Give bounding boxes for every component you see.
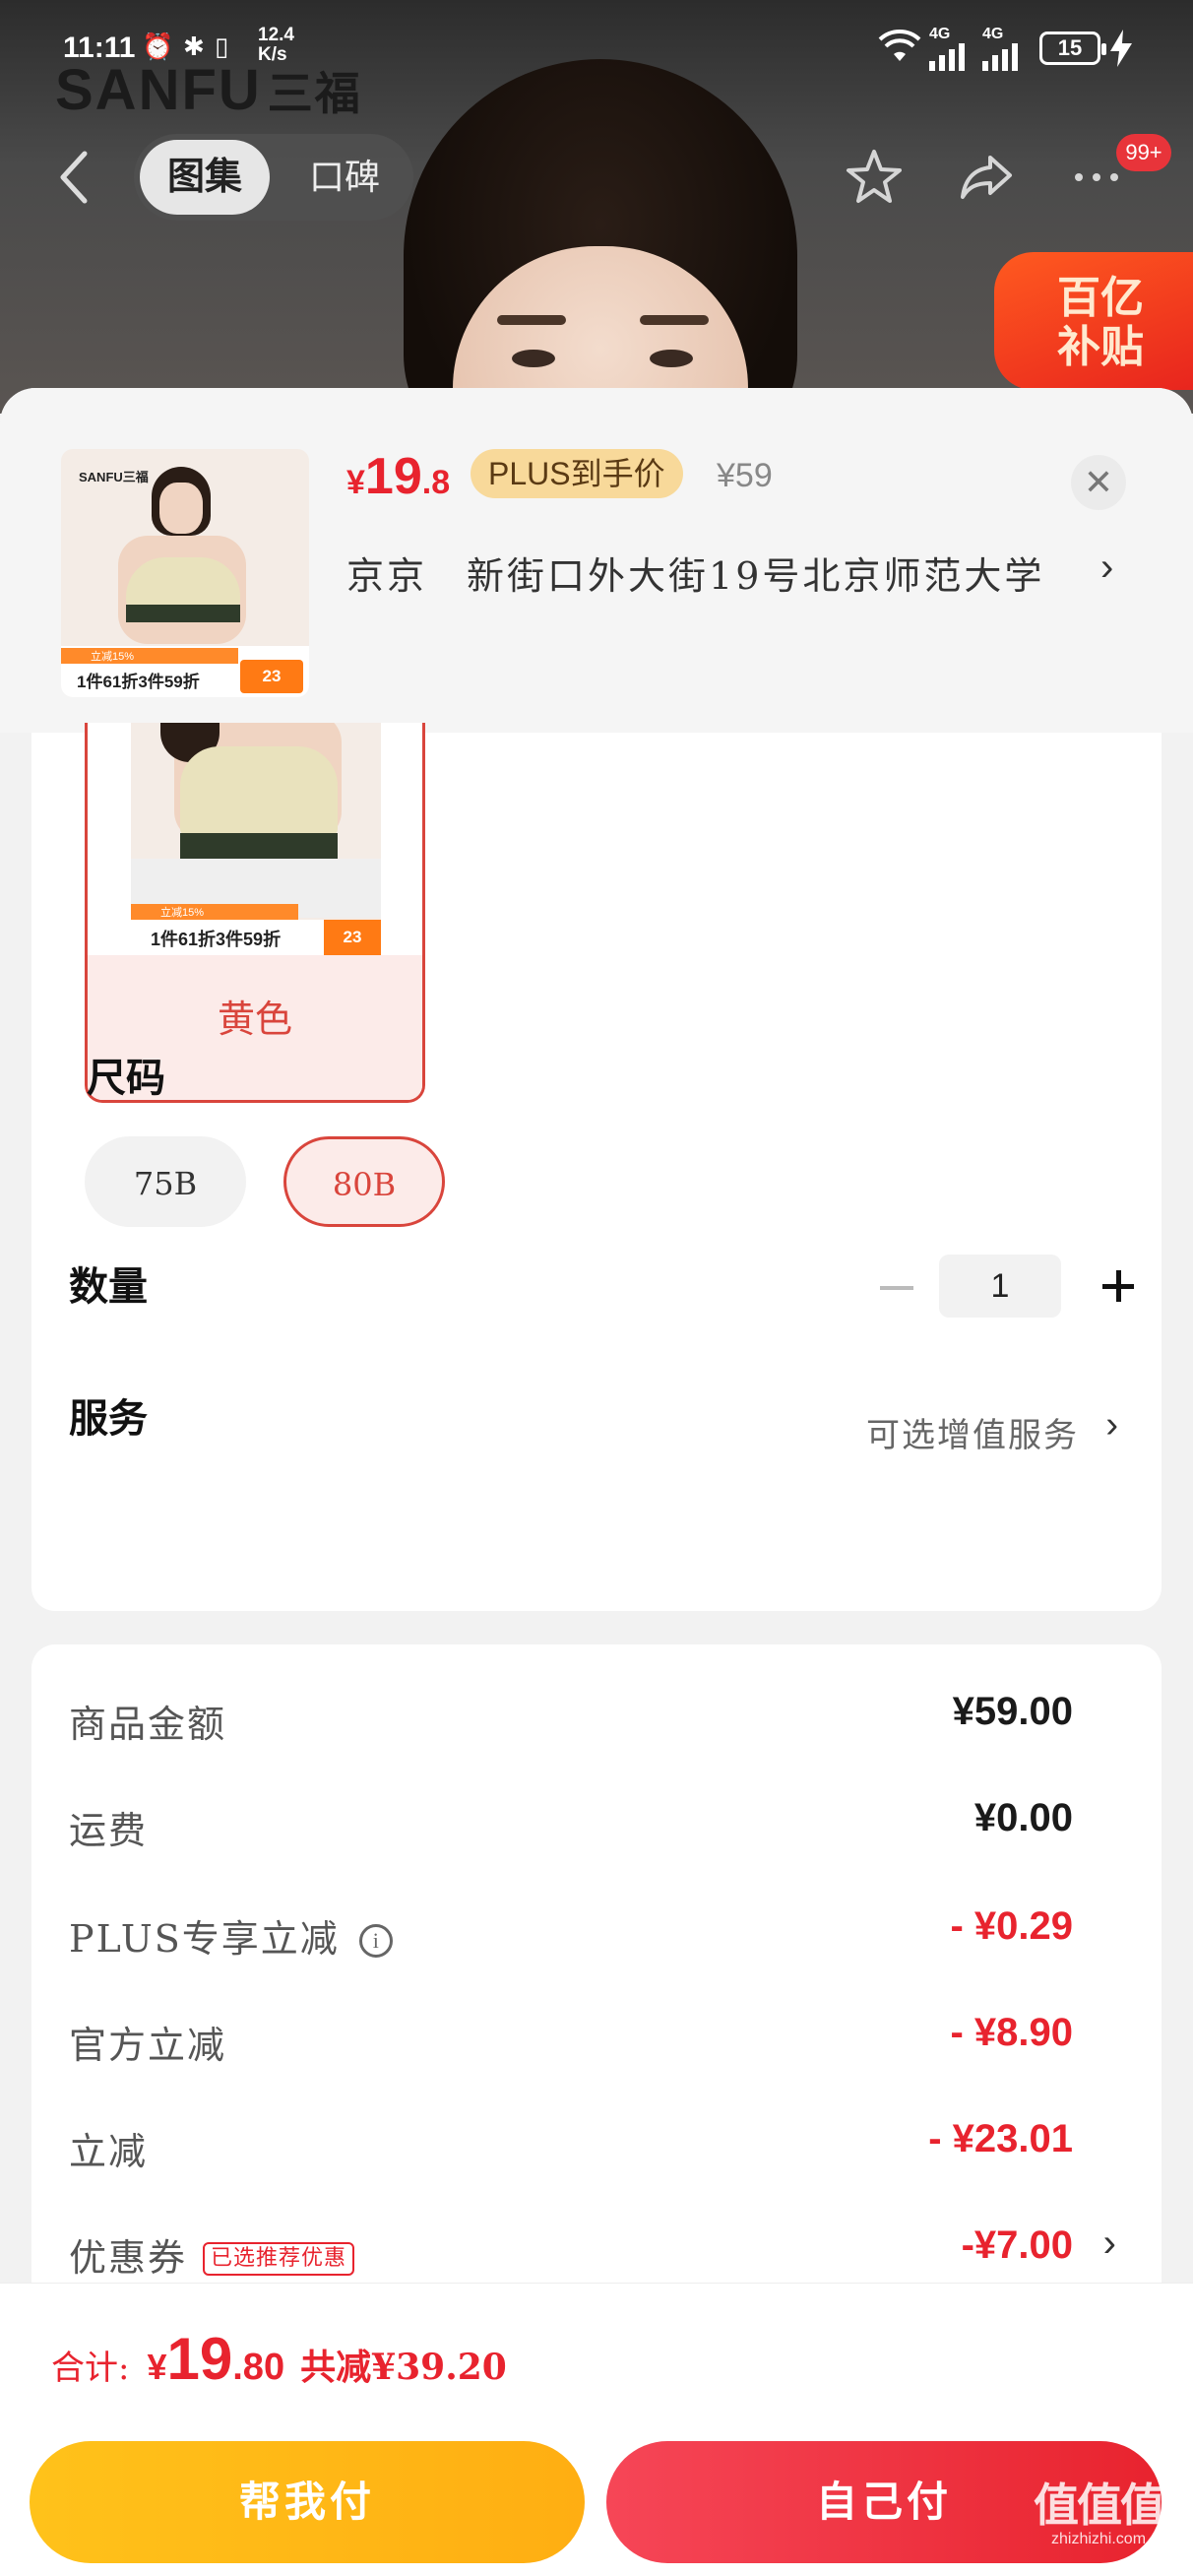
tile-promo-text: 1件61折3件59折 <box>151 930 282 949</box>
model-eye <box>512 350 555 367</box>
favorite-star-icon[interactable] <box>843 146 906 209</box>
signal-icon <box>982 43 1018 71</box>
model-brow <box>640 315 709 325</box>
row-value: - ¥23.01 <box>928 2117 1073 2160</box>
color-option-image: 立减15% 1件61折3件59折 23 <box>131 723 381 955</box>
info-icon[interactable]: i <box>358 1924 393 1958</box>
model-eye <box>650 350 693 367</box>
thumb-brand: SANFU三福 <box>79 470 149 484</box>
thumb-promo-sub: 立减15% <box>61 648 238 664</box>
coupon-row[interactable]: 优惠券 已选推荐优惠 <box>69 2227 355 2282</box>
row-label: 运费 <box>69 1809 149 1852</box>
tab-reviews[interactable]: 口碑 <box>282 140 408 215</box>
quantity-input[interactable]: 1 <box>939 1255 1061 1318</box>
price-breakdown-card: 商品金额 ¥59.00 运费 ¥0.00 PLUS专享立减 i - ¥0.29 官… <box>31 1644 1162 2334</box>
chevron-right-icon[interactable]: › <box>1100 546 1113 590</box>
bluetooth-icon: ✱ <box>183 32 205 61</box>
size-option-75b[interactable]: 75B <box>85 1136 246 1227</box>
original-price: ¥59 <box>717 457 773 494</box>
thumb-promo-num: 23 <box>240 660 303 693</box>
size-option-80b[interactable]: 80B <box>283 1136 445 1227</box>
thumb-bra-band <box>126 605 240 622</box>
row-label: PLUS专享立减 <box>69 1917 340 1961</box>
subsidy-badge[interactable]: 百亿 补贴 <box>994 252 1193 390</box>
chevron-right-icon[interactable]: › <box>1103 2222 1116 2266</box>
charging-icon <box>1110 30 1132 67</box>
back-arrow-icon[interactable] <box>55 148 94 207</box>
quantity-increment-button[interactable] <box>1087 1255 1150 1318</box>
network-type-label: 4G <box>982 26 1004 42</box>
row-value: - ¥8.90 <box>950 2011 1073 2054</box>
gallery-review-tabs: 图集 口碑 <box>134 134 413 221</box>
signal-icon <box>929 43 965 71</box>
tile-promo-num: 23 <box>324 920 381 955</box>
row-value: ¥59.00 <box>952 1690 1073 1733</box>
service-title: 服务 <box>69 1395 148 1442</box>
plus-price-badge: PLUS到手价 <box>471 449 683 498</box>
wifi-icon <box>878 30 921 61</box>
row-label: 官方立减 <box>69 2024 227 2067</box>
quantity-decrement-button[interactable] <box>880 1286 913 1290</box>
battery-icon: 15 <box>1039 32 1106 65</box>
row-label: 立减 <box>69 2130 149 2173</box>
network-type-label: 4G <box>929 26 951 42</box>
status-bar: 11:11 ⏰ ✱ ▯ 12.4 K/s 4G 4G 15 <box>0 20 1193 79</box>
row-value: ¥0.00 <box>973 1796 1073 1839</box>
tile-promo-sub: 立减15% <box>131 904 298 920</box>
help-pay-button[interactable]: 帮我付 <box>30 2441 585 2563</box>
alarm-icon: ⏰ <box>142 32 174 61</box>
coupon-tag: 已选推荐优惠 <box>203 2242 355 2276</box>
watermark: 值值值 zhizhizhi.com <box>1034 2479 1165 2547</box>
net-speed: 12.4 K/s <box>258 25 294 65</box>
tile-bra-top <box>180 746 338 835</box>
row-value: - ¥0.29 <box>950 1904 1073 1948</box>
sku-price: ¥19.8 <box>346 448 451 505</box>
row-label: 优惠券 <box>69 2236 188 2280</box>
row-label: 商品金额 <box>69 1703 227 1746</box>
options-card: 立减15% 1件61折3件59折 23 黄色 尺码 75B 80B 数量 1 服… <box>31 723 1162 1611</box>
checkout-bar: 合计: ¥19.80 共减¥39.20 帮我付 自己付 值值值 zhizhizhi.… <box>0 2283 1193 2576</box>
vibrate-icon: ▯ <box>215 32 229 61</box>
close-button[interactable]: ✕ <box>1071 455 1126 510</box>
thumb-model-face <box>159 483 203 534</box>
tile-bra-band <box>180 833 338 859</box>
service-selector[interactable]: 可选增值服务 <box>866 1408 1079 1456</box>
share-icon[interactable] <box>955 146 1018 209</box>
quantity-title: 数量 <box>69 1263 148 1310</box>
model-brow <box>497 315 566 325</box>
row-value: -¥7.00 <box>961 2223 1073 2267</box>
sku-sheet: SANFU三福 立减15% 1件61折3件59折 23 ¥19.8 PLUS到手… <box>0 388 1193 2576</box>
thumb-bra-top <box>126 557 240 607</box>
total-price: 合计: ¥19.80 共减¥39.20 <box>51 2326 507 2392</box>
status-time: 11:11 <box>63 32 136 64</box>
tab-gallery[interactable]: 图集 <box>140 140 270 215</box>
size-title: 尺码 <box>87 1055 165 1101</box>
thumb-promo-text: 1件61折3件59折 <box>77 673 200 691</box>
delivery-address[interactable]: 京京 新街口外大街19号北京师范大学 <box>346 546 1044 600</box>
chevron-right-icon[interactable]: › <box>1105 1404 1118 1447</box>
plus-discount-row: PLUS专享立减 i <box>69 1908 393 1963</box>
notification-badge: 99+ <box>1116 134 1171 171</box>
sku-sheet-header: SANFU三福 立减15% 1件61折3件59折 23 ¥19.8 PLUS到手… <box>0 388 1193 733</box>
product-thumbnail[interactable]: SANFU三福 立减15% 1件61折3件59折 23 <box>61 449 309 697</box>
